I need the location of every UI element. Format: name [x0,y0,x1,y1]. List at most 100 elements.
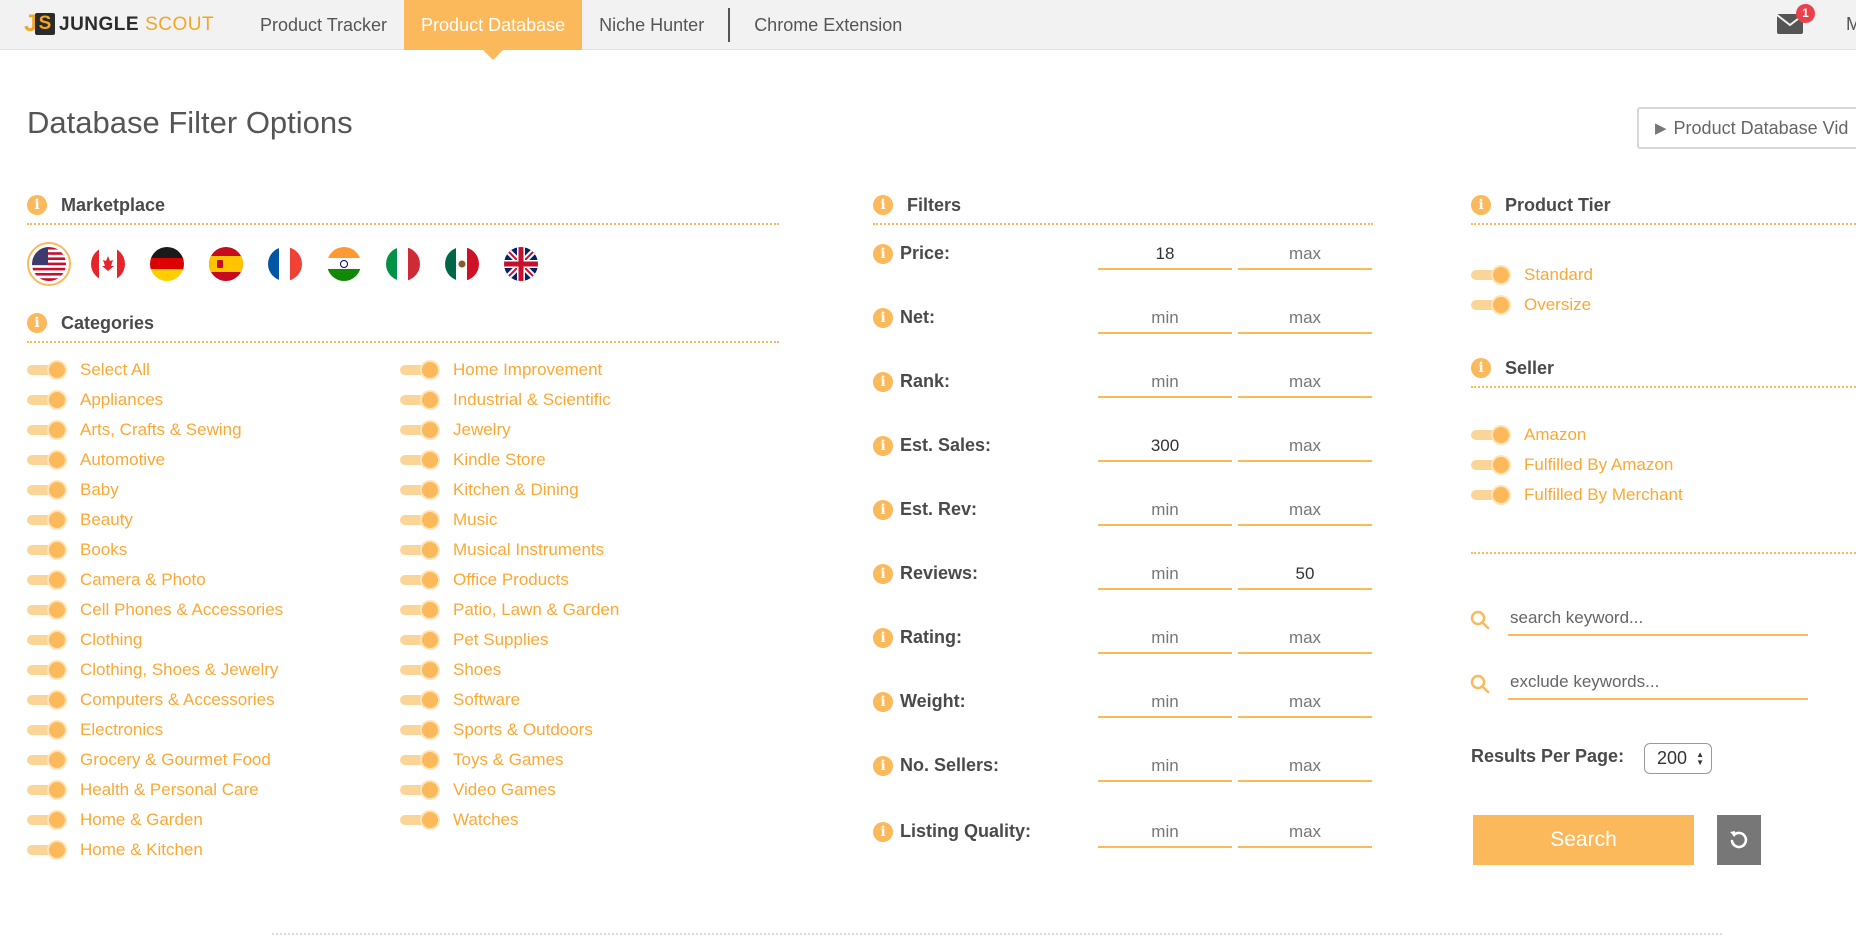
option-computers-and-accessories[interactable]: Computers & Accessories [27,688,275,712]
toggle-switch[interactable] [400,750,440,770]
toggle-switch[interactable] [27,810,67,830]
option-watches[interactable]: Watches [400,808,519,832]
option-pet-supplies[interactable]: Pet Supplies [400,628,548,652]
toggle-switch[interactable] [400,570,440,590]
flag-fr[interactable] [263,242,307,286]
reset-button[interactable] [1717,815,1761,865]
info-icon[interactable]: i [873,372,893,392]
toggle-switch[interactable] [400,510,440,530]
search-button[interactable]: Search [1473,815,1694,865]
flag-mx[interactable] [440,242,484,286]
option-books[interactable]: Books [27,538,127,562]
option-select-all[interactable]: Select All [27,358,150,382]
net-min-input[interactable] [1098,304,1232,334]
info-icon[interactable]: i [1471,195,1491,215]
option-clothing-shoes-and-jewelry[interactable]: Clothing, Shoes & Jewelry [27,658,278,682]
toggle-switch[interactable] [1471,425,1511,445]
option-camera-and-photo[interactable]: Camera & Photo [27,568,206,592]
option-fulfilled-by-amazon[interactable]: Fulfilled By Amazon [1471,453,1673,477]
est-sales-min-input[interactable] [1098,432,1232,462]
option-home-improvement[interactable]: Home Improvement [400,358,602,382]
toggle-switch[interactable] [27,360,67,380]
option-fulfilled-by-merchant[interactable]: Fulfilled By Merchant [1471,483,1683,507]
toggle-switch[interactable] [400,390,440,410]
toggle-switch[interactable] [27,840,67,860]
toggle-switch[interactable] [1471,265,1511,285]
option-amazon[interactable]: Amazon [1471,423,1586,447]
info-icon[interactable]: i [873,195,893,215]
results-per-page-select[interactable]: 200 ▲ ▼ [1644,743,1712,774]
reviews-max-input[interactable] [1238,560,1372,590]
flag-de[interactable] [145,242,189,286]
toggle-switch[interactable] [27,660,67,680]
option-arts-crafts-and-sewing[interactable]: Arts, Crafts & Sewing [27,418,242,442]
option-shoes[interactable]: Shoes [400,658,501,682]
mail-button[interactable]: 1 [1776,4,1815,35]
info-icon[interactable]: i [873,436,893,456]
option-cell-phones-and-accessories[interactable]: Cell Phones & Accessories [27,598,283,622]
toggle-switch[interactable] [27,720,67,740]
flag-es[interactable] [204,242,248,286]
rank-max-input[interactable] [1238,368,1372,398]
option-home-and-kitchen[interactable]: Home & Kitchen [27,838,203,862]
rating-max-input[interactable] [1238,624,1372,654]
info-icon[interactable]: i [1471,358,1491,378]
est-rev-min-input[interactable] [1098,496,1232,526]
toggle-switch[interactable] [400,780,440,800]
option-health-and-personal-care[interactable]: Health & Personal Care [27,778,259,802]
est-rev-max-input[interactable] [1238,496,1372,526]
option-home-and-garden[interactable]: Home & Garden [27,808,203,832]
option-appliances[interactable]: Appliances [27,388,163,412]
toggle-switch[interactable] [1471,455,1511,475]
weight-min-input[interactable] [1098,688,1232,718]
no-sellers-min-input[interactable] [1098,752,1232,782]
nav-niche-hunter[interactable]: Niche Hunter [582,0,721,50]
option-musical-instruments[interactable]: Musical Instruments [400,538,604,562]
toggle-switch[interactable] [1471,295,1511,315]
no-sellers-max-input[interactable] [1238,752,1372,782]
listing-quality-min-input[interactable] [1098,818,1232,848]
option-video-games[interactable]: Video Games [400,778,556,802]
toggle-switch[interactable] [27,750,67,770]
toggle-switch[interactable] [27,570,67,590]
est-sales-max-input[interactable] [1238,432,1372,462]
toggle-switch[interactable] [400,720,440,740]
toggle-switch[interactable] [400,360,440,380]
toggle-switch[interactable] [27,450,67,470]
search-keyword-input[interactable] [1508,602,1808,636]
info-icon[interactable]: i [873,244,893,264]
option-standard[interactable]: Standard [1471,263,1593,287]
option-grocery-and-gourmet-food[interactable]: Grocery & Gourmet Food [27,748,271,772]
option-music[interactable]: Music [400,508,497,532]
exclude-keyword-input[interactable] [1508,666,1808,700]
option-jewelry[interactable]: Jewelry [400,418,511,442]
nav-product-tracker[interactable]: Product Tracker [243,0,404,50]
flag-us[interactable] [27,242,71,286]
flag-uk[interactable] [499,242,543,286]
option-electronics[interactable]: Electronics [27,718,163,742]
option-software[interactable]: Software [400,688,520,712]
toggle-switch[interactable] [400,630,440,650]
toggle-switch[interactable] [27,510,67,530]
toggle-switch[interactable] [400,420,440,440]
toggle-switch[interactable] [27,390,67,410]
info-icon[interactable]: i [873,628,893,648]
option-toys-and-games[interactable]: Toys & Games [400,748,564,772]
info-icon[interactable]: i [873,500,893,520]
option-industrial-and-scientific[interactable]: Industrial & Scientific [400,388,611,412]
toggle-switch[interactable] [27,540,67,560]
info-icon[interactable]: i [873,308,893,328]
listing-quality-max-input[interactable] [1238,818,1372,848]
flag-ca[interactable] [86,242,130,286]
rank-min-input[interactable] [1098,368,1232,398]
toggle-switch[interactable] [27,630,67,650]
toggle-switch[interactable] [27,420,67,440]
toggle-switch[interactable] [27,600,67,620]
option-clothing[interactable]: Clothing [27,628,142,652]
info-icon[interactable]: i [873,692,893,712]
flag-it[interactable] [381,242,425,286]
option-sports-and-outdoors[interactable]: Sports & Outdoors [400,718,593,742]
toggle-switch[interactable] [400,810,440,830]
rating-min-input[interactable] [1098,624,1232,654]
price-max-input[interactable] [1238,240,1372,270]
